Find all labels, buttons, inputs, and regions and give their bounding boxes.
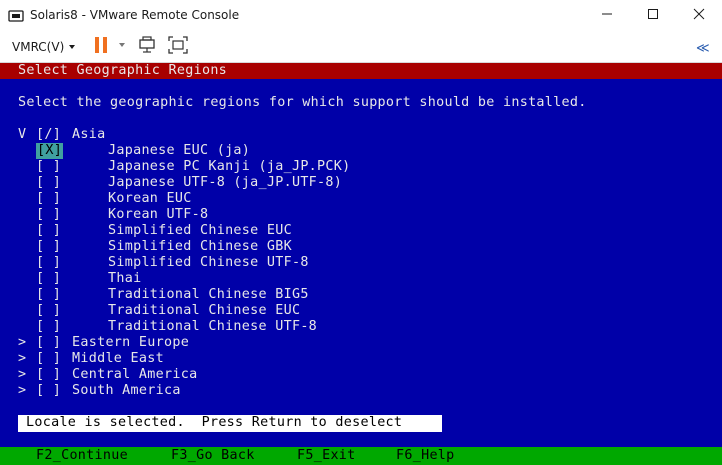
region-checkbox[interactable]: [ ] [36,303,61,319]
region-label: Japanese PC Kanji (ja_JP.PCK) [108,159,351,174]
f3-go-back-key[interactable]: F3_Go Back [171,448,255,464]
region-label: Traditional Chinese BIG5 [108,287,309,302]
region-checkbox[interactable]: [ ] [36,271,61,287]
region-label: Korean UTF-8 [108,207,209,222]
region-label: Traditional Chinese UTF-8 [108,319,318,334]
console-screen[interactable]: Select Geographic Regions Select the geo… [0,63,722,465]
region-checkbox[interactable]: [/] [36,127,61,143]
region-checkbox[interactable]: [ ] [36,239,61,255]
region-checkbox[interactable]: [ ] [36,159,61,175]
close-button[interactable] [676,0,722,31]
close-icon [693,7,705,25]
region-label: Simplified Chinese UTF-8 [108,255,309,270]
region-label: Simplified Chinese GBK [108,239,292,254]
chevron-down-icon [118,36,126,59]
vmware-app-icon [8,8,24,24]
window-title: Solaris8 - VMware Remote Console [30,8,240,22]
minimize-button[interactable] [584,0,630,31]
minimize-icon [601,7,613,25]
console-instruction: Select the geographic regions for which … [18,95,587,110]
region-label: Simplified Chinese EUC [108,223,292,238]
region-checkbox[interactable]: [ ] [36,367,61,383]
expanded-arrow-icon[interactable]: V [18,127,26,143]
region-label: Eastern Europe [72,335,190,350]
f6-help-key[interactable]: F6_Help [396,448,455,464]
status-message: Locale is selected. Press Return to dese… [26,415,403,430]
vmrc-toolbar: VMRC(V) ≪ [0,31,722,63]
region-checkbox[interactable]: [ ] [36,255,61,271]
chevron-down-icon [68,40,76,54]
pause-icon [94,36,108,59]
region-label: South America [72,383,181,398]
full-screen-button[interactable] [168,35,188,59]
collapsed-arrow-icon[interactable]: > [18,383,26,399]
console-header-title: Select Geographic Regions [18,63,228,78]
region-checkbox[interactable]: [ ] [36,207,61,223]
full-screen-icon [168,35,188,59]
region-checkbox[interactable]: [ ] [36,351,61,367]
send-ctrl-alt-del-button[interactable] [138,35,158,59]
region-label: Traditional Chinese EUC [108,303,301,318]
maximize-button[interactable] [630,0,676,31]
vmrc-menu-button[interactable]: VMRC(V) [12,40,76,54]
region-label: Japanese EUC (ja) [108,143,251,158]
f2-continue-key[interactable]: F2_Continue [36,448,128,464]
region-checkbox[interactable]: [ ] [36,319,61,335]
region-label: Central America [72,367,198,382]
ctrl-alt-del-icon [138,35,158,59]
region-label: Thai [108,271,142,286]
region-checkbox[interactable]: [ ] [36,175,61,191]
double-chevron-left-icon: ≪ [696,40,710,55]
pause-button[interactable] [94,36,108,59]
region-checkbox[interactable]: [ ] [36,191,61,207]
maximize-icon [647,7,659,25]
region-checkbox[interactable]: [ ] [36,383,61,399]
region-checkbox[interactable]: [X] [36,143,64,159]
region-checkbox[interactable]: [ ] [36,287,61,303]
vmrc-menu-label: VMRC(V) [12,40,65,54]
power-options-dropdown[interactable] [118,38,126,56]
region-label: Korean EUC [108,191,192,206]
region-checkbox[interactable]: [ ] [36,335,61,351]
region-label: Asia [72,127,106,142]
collapse-toolbar-button[interactable]: ≪ [696,39,710,57]
window-title-bar[interactable]: Solaris8 - VMware Remote Console [0,0,722,31]
region-label: Middle East [72,351,164,366]
collapsed-arrow-icon[interactable]: > [18,335,26,351]
collapsed-arrow-icon[interactable]: > [18,351,26,367]
region-checkbox[interactable]: [ ] [36,223,61,239]
region-label: Japanese UTF-8 (ja_JP.UTF-8) [108,175,343,190]
collapsed-arrow-icon[interactable]: > [18,367,26,383]
f5-exit-key[interactable]: F5_Exit [297,448,356,464]
